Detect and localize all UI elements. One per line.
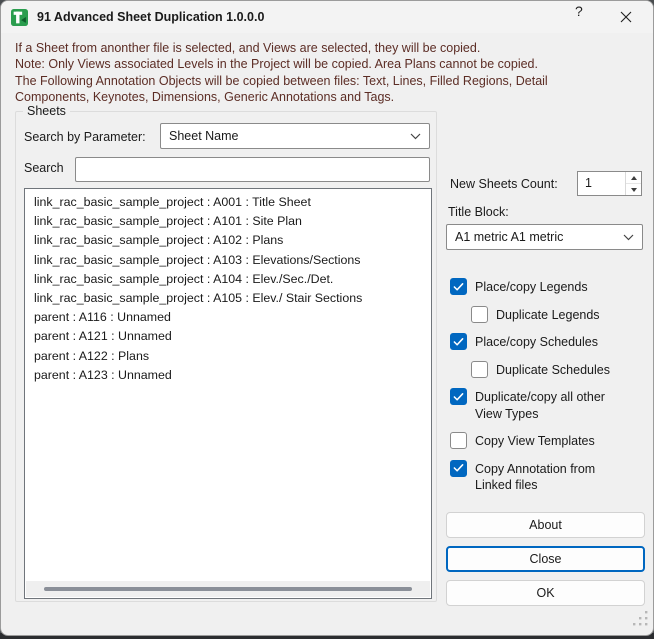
chevron-down-icon	[410, 133, 421, 139]
checkbox[interactable]	[450, 388, 467, 405]
triangle-up-icon	[630, 175, 637, 180]
title-block-dropdown-value: A1 metric A1 metric	[455, 230, 564, 244]
checkbox-row[interactable]: Copy Annotation from Linked files	[450, 459, 643, 494]
checkmark-icon	[453, 392, 464, 401]
title-block-dropdown[interactable]: A1 metric A1 metric	[446, 224, 643, 250]
parameter-dropdown-value: Sheet Name	[169, 129, 239, 143]
sheet-list-item[interactable]: parent : A121 : Unnamed	[25, 327, 431, 346]
search-input[interactable]	[75, 157, 430, 182]
checkbox-label: Duplicate/copy all other View Types	[475, 390, 605, 421]
title-bar: 91 Advanced Sheet Duplication 1.0.0.0 ?	[1, 1, 653, 33]
checkmark-icon	[453, 464, 464, 472]
sheet-list-item[interactable]: parent : A123 : Unnamed	[25, 366, 431, 385]
checkbox[interactable]	[450, 432, 467, 449]
spinner-down-button[interactable]	[626, 184, 641, 195]
search-label: Search	[24, 161, 64, 175]
checkbox-label: Place/copy Schedules	[475, 335, 598, 349]
checkbox[interactable]	[471, 305, 488, 323]
intro-line: Components, Keynotes, Dimensions, Generi…	[15, 89, 395, 104]
sheet-list-item[interactable]: link_rac_basic_sample_project : A104 : E…	[25, 270, 431, 289]
sheet-list: link_rac_basic_sample_project : A001 : T…	[25, 189, 431, 389]
new-sheets-count-value[interactable]: 1	[578, 172, 625, 195]
about-button[interactable]: About	[446, 512, 645, 538]
triangle-down-icon	[630, 187, 637, 192]
intro-line: The Following Annotation Objects will be…	[15, 73, 548, 88]
groupbox-label: Sheets	[23, 104, 70, 118]
checkbox-label: Duplicate Schedules	[496, 362, 610, 377]
spinner-up-button[interactable]	[626, 172, 641, 184]
checkmark-icon	[453, 282, 464, 291]
intro-line: If a Sheet from anonther file is selecte…	[15, 41, 481, 55]
dialog-window: 91 Advanced Sheet Duplication 1.0.0.0 ? …	[0, 0, 654, 636]
checkbox[interactable]	[450, 333, 467, 350]
search-by-parameter-label: Search by Parameter:	[24, 130, 146, 144]
new-sheets-count-row: New Sheets Count: 1	[446, 171, 643, 197]
close-button[interactable]: Close	[446, 546, 645, 572]
checkbox-row[interactable]: Duplicate/copy all other View Types	[450, 388, 643, 422]
app-logo-icon	[11, 8, 28, 26]
checkmark-icon	[453, 337, 464, 346]
checkbox-row[interactable]: Copy View Templates	[450, 432, 643, 450]
checkbox-row[interactable]: Duplicate Schedules	[471, 360, 643, 379]
checkbox-label: Copy Annotation from Linked files	[475, 461, 596, 493]
sheet-list-item[interactable]: parent : A116 : Unnamed	[25, 308, 431, 327]
checkbox-row[interactable]: Place/copy Legends	[450, 278, 643, 296]
checkbox-row[interactable]: Place/copy Schedules	[450, 333, 643, 351]
sheet-list-item[interactable]: link_rac_basic_sample_project : A103 : E…	[25, 251, 431, 270]
help-button[interactable]: ?	[575, 3, 609, 31]
checkbox-group: Place/copy Legends Duplicate Legends Pla…	[450, 278, 643, 504]
horizontal-scrollbar[interactable]	[26, 581, 430, 597]
sheet-list-item[interactable]: link_rac_basic_sample_project : A105 : E…	[25, 289, 431, 308]
scrollbar-thumb[interactable]	[44, 587, 412, 591]
sheet-listbox[interactable]: link_rac_basic_sample_project : A001 : T…	[24, 188, 432, 599]
sheet-list-item[interactable]: link_rac_basic_sample_project : A101 : S…	[25, 212, 431, 231]
resize-grip[interactable]	[633, 611, 648, 626]
sheet-list-item[interactable]: link_rac_basic_sample_project : A001 : T…	[25, 193, 431, 212]
close-icon	[620, 11, 632, 23]
action-buttons: About Close OK	[446, 512, 645, 614]
intro-line: Note: Only Views associated Levels in th…	[15, 57, 538, 72]
new-sheets-count-spinner[interactable]: 1	[577, 171, 642, 196]
sheet-list-item[interactable]: link_rac_basic_sample_project : A102 : P…	[25, 231, 431, 250]
checkbox[interactable]	[471, 360, 488, 378]
intro-text: If a Sheet from anonther file is selecte…	[15, 40, 643, 105]
checkbox-row[interactable]: Duplicate Legends	[471, 305, 643, 324]
ok-button[interactable]: OK	[446, 580, 645, 606]
title-block-label: Title Block:	[448, 205, 509, 219]
sheet-list-item[interactable]: parent : A122 : Plans	[25, 347, 431, 366]
chevron-down-icon	[623, 234, 634, 240]
parameter-dropdown[interactable]: Sheet Name	[160, 123, 430, 149]
checkbox-label: Duplicate Legends	[496, 307, 600, 322]
close-window-button[interactable]	[609, 3, 643, 31]
new-sheets-count-label: New Sheets Count:	[450, 177, 558, 191]
checkbox-label: Copy View Templates	[475, 434, 595, 448]
checkbox[interactable]	[450, 278, 467, 295]
window-title: 91 Advanced Sheet Duplication 1.0.0.0	[37, 10, 265, 24]
checkbox-label: Place/copy Legends	[475, 280, 588, 294]
sheets-groupbox: Sheets Search by Parameter: Sheet Name S…	[15, 104, 437, 602]
checkbox[interactable]	[450, 459, 467, 477]
